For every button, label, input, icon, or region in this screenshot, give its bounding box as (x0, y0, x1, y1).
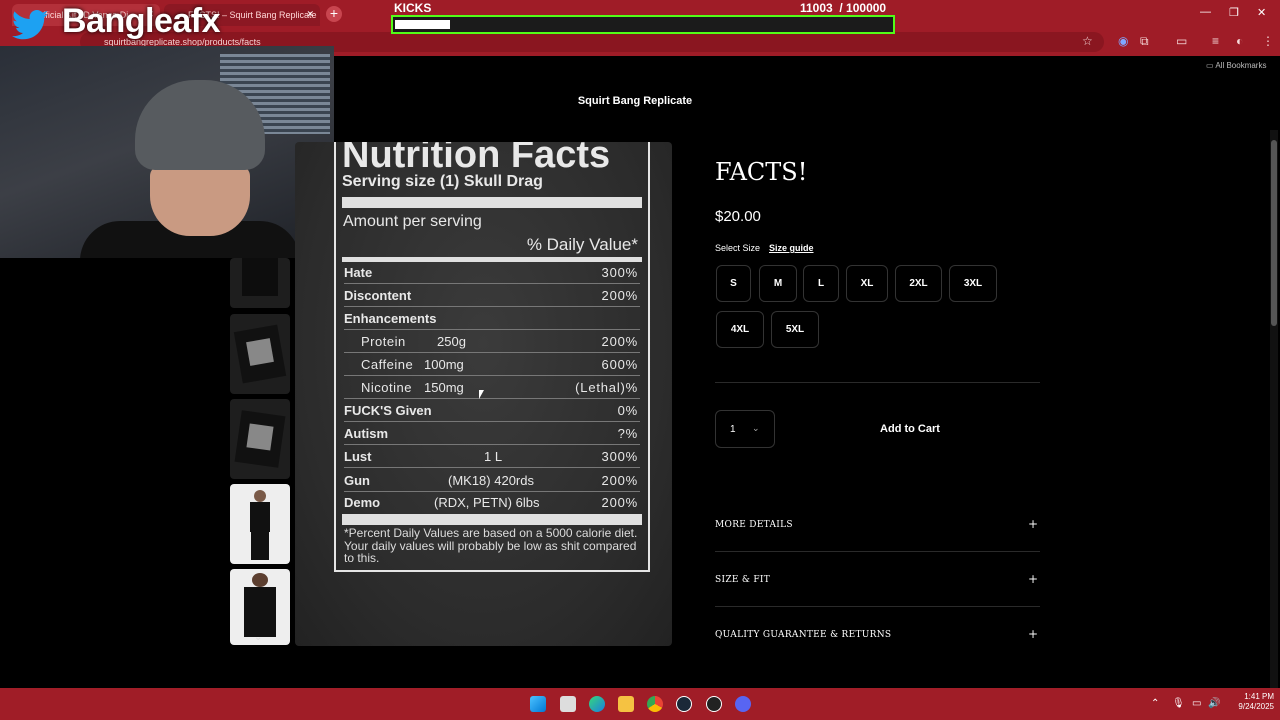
size-option-xl[interactable]: XL (846, 265, 888, 302)
nutrition-label: Nutrition Facts Serving size (1) Skull D… (334, 142, 650, 572)
all-bookmarks-link[interactable]: ▭ All Bookmarks (1206, 61, 1266, 70)
chevron-up-icon[interactable]: ⌃ (1151, 698, 1159, 709)
plus-icon: + (1027, 517, 1038, 531)
add-to-cart-button[interactable]: Add to Cart (790, 410, 1030, 448)
accordion-quality-guarantee[interactable]: QUALITY GUARANTEE & RETURNS + (715, 627, 1040, 647)
file-explorer-icon[interactable] (618, 696, 634, 712)
edge-browser-icon[interactable] (589, 696, 605, 712)
nutrition-footnote: *Percent Daily Values are based on a 500… (344, 526, 638, 565)
size-option-2xl[interactable]: 2XL (895, 265, 942, 302)
serving-size: Serving size (1) Skull Drag (342, 173, 543, 190)
kicks-count: 11003 / 100000 (800, 1, 886, 15)
divider (715, 551, 1040, 552)
size-option-l[interactable]: L (803, 265, 839, 302)
nutrient-row: Protein 250g 200% (344, 331, 640, 353)
size-option-s[interactable]: S (716, 265, 751, 302)
network-icon[interactable]: ▭ (1192, 698, 1201, 709)
nutrient-row: Demo (RDX, PETN) 6lbs 200% (344, 495, 638, 510)
obs-icon[interactable] (706, 696, 722, 712)
quantity-select[interactable]: 1 ⌄ (715, 410, 775, 448)
task-view-icon[interactable] (560, 696, 576, 712)
twitter-bird-icon (12, 10, 48, 40)
system-clock[interactable]: 1:41 PM 9/24/2025 (1222, 692, 1274, 712)
nutrient-row: Enhancements (344, 308, 640, 330)
plus-icon: + (1027, 572, 1038, 586)
nutrient-row: FUCK'S Given 0% (344, 400, 640, 422)
thumbnail-2[interactable] (230, 314, 290, 394)
nutrient-row: Lust 1 L 300% (344, 446, 640, 468)
size-option-m[interactable]: M (759, 265, 797, 302)
product-price: $20.00 (715, 208, 761, 225)
product-title: FACTS! (715, 158, 808, 186)
clock-time: 1:41 PM (1244, 692, 1274, 701)
kicks-goal: / 100000 (839, 1, 887, 15)
kicks-label: KICKS (394, 1, 432, 15)
extension-icon[interactable]: ◉ (1118, 34, 1128, 48)
size-option-3xl[interactable]: 3XL (949, 265, 997, 302)
nutrient-row: Caffeine 100mg 600% (344, 354, 640, 376)
thick-divider (342, 197, 642, 208)
accordion-label: SIZE & FIT (715, 575, 771, 585)
plus-icon: + (1027, 627, 1038, 641)
speaker-icon[interactable]: 🔊 (1208, 698, 1220, 709)
discord-icon[interactable] (735, 696, 751, 712)
chevron-down-icon[interactable]: ⌄ (254, 632, 262, 643)
scrollbar-thumb[interactable] (1271, 140, 1277, 326)
start-windows-icon[interactable] (530, 696, 546, 712)
size-option-5xl[interactable]: 5XL (771, 311, 819, 348)
nutrient-row: Gun (MK18) 420rds 200% (344, 470, 640, 492)
select-size-label: Select Size (715, 243, 761, 253)
steam-icon[interactable] (676, 696, 692, 712)
windows-taskbar (0, 688, 1280, 720)
streamer-face (150, 166, 250, 236)
accordion-more-details[interactable]: MORE DETAILS + (715, 517, 1040, 537)
chevron-down-icon: ⌄ (752, 423, 760, 433)
close-tab-icon[interactable]: ✕ (306, 9, 314, 20)
kicks-progress-bar (391, 15, 895, 34)
thumbnail-1[interactable] (230, 258, 290, 308)
thick-divider (342, 514, 642, 525)
chrome-browser-icon[interactable] (647, 696, 663, 712)
folder-icon: ▭ (1206, 61, 1216, 70)
mouse-cursor-icon (479, 390, 484, 399)
puzzle-icon[interactable]: ⧉ (1140, 34, 1149, 49)
restore-icon[interactable]: ❐ (1229, 6, 1239, 19)
clock-date: 9/24/2025 (1238, 702, 1274, 711)
all-bookmarks-label: All Bookmarks (1215, 61, 1267, 70)
store-title[interactable]: Squirt Bang Replicate (0, 95, 1270, 107)
menu-icon[interactable]: ≡ (1212, 34, 1219, 48)
size-guide-link[interactable]: Size guide (769, 243, 814, 253)
quantity-value: 1 (730, 424, 736, 435)
screen: Official Kit JD Vance Di ✕ FACTS! – Squi… (0, 0, 1280, 720)
nutrient-row: Nicotine 150mg (Lethal)% (344, 377, 640, 399)
minimize-icon[interactable]: — (1200, 6, 1211, 18)
accordion-size-fit[interactable]: SIZE & FIT + (715, 572, 1040, 592)
thumbnail-4[interactable] (230, 484, 290, 564)
webcam-feed (0, 46, 334, 258)
streamer-brand: Bangleafx (62, 2, 221, 40)
divider (715, 606, 1040, 607)
size-option-4xl[interactable]: 4XL (716, 311, 764, 348)
nutrient-row: Discontent 200% (344, 285, 640, 307)
bookmark-star-icon[interactable]: ☆ (1082, 34, 1093, 48)
accordion-label: MORE DETAILS (715, 520, 793, 530)
microphone-icon[interactable]: 🎙 (1172, 698, 1185, 709)
nutrient-row: Hate 300% (344, 262, 640, 284)
close-window-icon[interactable]: ✕ (1257, 6, 1266, 19)
kicks-progress-fill (395, 20, 450, 29)
thumbnail-3[interactable] (230, 399, 290, 479)
more-options-icon[interactable]: ⋮ (1262, 34, 1274, 48)
amount-per-serving: Amount per serving (343, 213, 482, 230)
nutrient-row: Autism?% (344, 423, 640, 445)
daily-value-header: % Daily Value* (526, 235, 638, 254)
split-view-icon[interactable]: ▭ (1176, 34, 1187, 48)
accordion-label: QUALITY GUARANTEE & RETURNS (715, 630, 892, 640)
profile-icon[interactable]: ◐ (1236, 34, 1243, 48)
divider (715, 382, 1040, 383)
nutrition-title: Nutrition Facts (342, 142, 611, 176)
kicks-current: 11003 (800, 1, 833, 15)
new-tab-button[interactable]: + (326, 6, 342, 22)
